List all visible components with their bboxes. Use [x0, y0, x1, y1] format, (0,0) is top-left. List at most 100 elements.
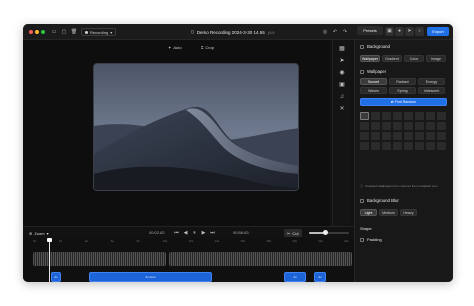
- trash-icon[interactable]: 🗑: [70, 28, 78, 36]
- blur-option-label: Heavy: [403, 210, 414, 215]
- wallpaper-thumb[interactable]: [393, 132, 402, 140]
- settings-icon[interactable]: ◎: [321, 28, 329, 36]
- tab-wallpaper[interactable]: Wallpaper: [360, 55, 380, 62]
- camera-tab-icon[interactable]: ●: [395, 27, 404, 36]
- wallpaper-thumb[interactable]: [371, 122, 380, 130]
- wallpaper-thumb[interactable]: [426, 112, 435, 120]
- magic-icon[interactable]: ✕: [337, 104, 347, 114]
- wallpaper-thumb[interactable]: [371, 142, 380, 150]
- zoom-button[interactable]: ⊕ Zoom ▾: [26, 229, 52, 237]
- background-blur-header: Background Blur: [360, 198, 399, 203]
- audio-waveform[interactable]: [33, 252, 166, 266]
- wallpaper-thumb[interactable]: [404, 112, 413, 120]
- background-checkbox[interactable]: [360, 44, 364, 49]
- timeline[interactable]: 0s 2s 4s 6s 8s 10s 12s 14s 16s 18s 20s 22s 24s 2x 2x…: [23, 238, 354, 282]
- wallpaper-thumb[interactable]: [393, 142, 402, 150]
- tab-image-label: Image: [431, 56, 441, 61]
- wallpaper-thumb[interactable]: [426, 122, 435, 130]
- wallpaper-checkbox[interactable]: [360, 69, 364, 74]
- wallpaper-thumb[interactable]: [437, 142, 446, 150]
- find-random-button[interactable]: ⇄ Find Random: [360, 98, 447, 106]
- cursor-icon[interactable]: ➤: [337, 56, 347, 66]
- document-icon[interactable]: ▭: [50, 28, 58, 36]
- timeline-zoom-slider[interactable]: [309, 230, 349, 235]
- wallpaper-thumb[interactable]: [404, 142, 413, 150]
- minimize-window-button[interactable]: [35, 30, 39, 34]
- skip-back-icon[interactable]: ⏮: [173, 229, 180, 237]
- wallpaper-thumb[interactable]: [415, 142, 424, 150]
- wallpaper-thumb[interactable]: [382, 122, 391, 130]
- undo-icon[interactable]: ↶: [331, 28, 339, 36]
- blur-option-heavy[interactable]: Heavy: [400, 209, 417, 216]
- zoom-segment-label: 2x: [318, 275, 322, 279]
- wallpaper-thumb[interactable]: [404, 122, 413, 130]
- zoom-segment[interactable]: 2x: [314, 272, 326, 282]
- wallpaper-option-waves[interactable]: Waves: [360, 87, 387, 94]
- blur-option-medium[interactable]: Medium: [379, 209, 398, 216]
- wallpaper-option-energy[interactable]: Energy: [418, 78, 445, 85]
- zoom-segment-label: 2x: [293, 275, 297, 279]
- video-preview[interactable]: [93, 63, 299, 191]
- wallpaper-option-radiant[interactable]: Radiant: [389, 78, 416, 85]
- skip-forward-icon[interactable]: ⏭: [209, 229, 216, 237]
- tab-presets[interactable]: Presets: [357, 26, 383, 35]
- blur-option-light[interactable]: Light: [360, 209, 377, 216]
- close-window-button[interactable]: [29, 30, 33, 34]
- cursor-tab-icon[interactable]: ➤: [405, 27, 414, 36]
- webcam-icon[interactable]: ▣: [337, 80, 347, 90]
- padding-checkbox[interactable]: [360, 237, 364, 242]
- wallpaper-thumb[interactable]: [371, 112, 380, 120]
- tab-image[interactable]: Image: [426, 55, 446, 62]
- blur-checkbox[interactable]: [360, 198, 364, 203]
- image-tab-icon[interactable]: ▣: [385, 27, 394, 36]
- tab-color[interactable]: Color: [404, 55, 424, 62]
- tab-gradient[interactable]: Gradient: [382, 55, 402, 62]
- wallpaper-option-label: Waves: [368, 88, 379, 93]
- timeline-zoom-thumb[interactable]: [323, 230, 328, 235]
- auto-button[interactable]: ✦ Auto: [168, 44, 182, 51]
- wallpaper-thumb[interactable]: [360, 112, 369, 120]
- mic-icon[interactable]: ♫: [337, 92, 347, 102]
- wallpaper-thumb[interactable]: [382, 132, 391, 140]
- wallpaper-thumb[interactable]: [393, 112, 402, 120]
- audio-tab-icon[interactable]: ♪: [415, 27, 424, 36]
- wallpaper-option-spring[interactable]: Spring: [389, 87, 416, 94]
- wallpaper-thumb[interactable]: [426, 132, 435, 140]
- wallpaper-thumb[interactable]: [382, 112, 391, 120]
- zoom-segment[interactable]: 2x Auto: [89, 272, 212, 282]
- playhead[interactable]: [47, 238, 53, 282]
- wallpaper-thumb[interactable]: [415, 132, 424, 140]
- wallpaper-thumb[interactable]: [360, 142, 369, 150]
- wallpaper-thumb[interactable]: [371, 132, 380, 140]
- redo-icon[interactable]: ↷: [341, 28, 349, 36]
- zoom-segment[interactable]: 2x: [51, 272, 61, 282]
- wallpaper-thumb[interactable]: [415, 122, 424, 130]
- cut-button[interactable]: ✂ Cut: [284, 229, 302, 237]
- pause-icon[interactable]: ⏸: [191, 229, 198, 237]
- export-button[interactable]: Export: [427, 27, 449, 36]
- wallpaper-thumb[interactable]: [437, 132, 446, 140]
- wallpaper-thumb[interactable]: [360, 122, 369, 130]
- zoom-segment[interactable]: 2x: [284, 272, 306, 282]
- wallpaper-option-sunset[interactable]: Sunset: [360, 78, 387, 85]
- wallpaper-thumb[interactable]: [360, 132, 369, 140]
- grid-icon[interactable]: ▦: [337, 44, 347, 54]
- globe-icon[interactable]: ◉: [337, 68, 347, 78]
- forward-icon[interactable]: ▶: [200, 229, 207, 237]
- wallpaper-thumb[interactable]: [426, 142, 435, 150]
- maximize-window-button[interactable]: [41, 30, 45, 34]
- wallpaper-thumb[interactable]: [437, 112, 446, 120]
- zoom-label: Zoom: [34, 230, 45, 236]
- recording-chip[interactable]: Recording ▾: [81, 28, 117, 36]
- wallpaper-thumb[interactable]: [404, 132, 413, 140]
- crop-button[interactable]: ⌗ Crop: [201, 44, 214, 51]
- playhead-handle[interactable]: [47, 238, 53, 242]
- rewind-icon[interactable]: ◀: [182, 229, 189, 237]
- audio-waveform[interactable]: [169, 252, 352, 266]
- wallpaper-thumb[interactable]: [393, 122, 402, 130]
- folder-icon[interactable]: ▢: [60, 28, 68, 36]
- wallpaper-option-iridescent[interactable]: Iridescent: [418, 87, 445, 94]
- wallpaper-thumb[interactable]: [382, 142, 391, 150]
- wallpaper-thumb[interactable]: [437, 122, 446, 130]
- wallpaper-thumb[interactable]: [415, 112, 424, 120]
